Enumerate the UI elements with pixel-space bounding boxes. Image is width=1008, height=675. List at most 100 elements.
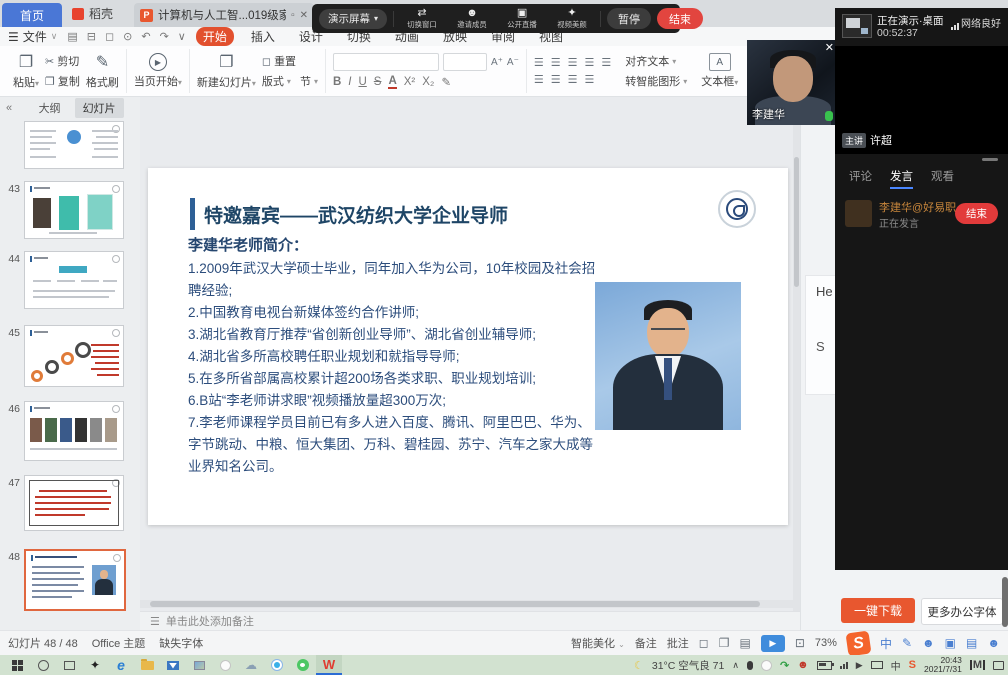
preview-icon[interactable]: ◻ [105, 30, 114, 43]
bold-button[interactable]: B [333, 76, 341, 88]
pinwheel-app-icon[interactable]: ✦ [82, 655, 108, 675]
align-text-button[interactable]: 对齐文本▾ [625, 53, 687, 69]
new-slide-button[interactable]: ❐ 新建幻灯片▾ [197, 52, 256, 90]
end-share-button[interactable]: 结束 [657, 8, 703, 29]
tab-slides[interactable]: 幻灯片 [75, 98, 124, 118]
layout-button[interactable]: 版式▾ [262, 73, 291, 89]
slide-body-text[interactable]: 1.2009年武汉大学硕士毕业，同年加入华为公司，10年校园及社会招聘经验; 2… [188, 258, 596, 478]
weather-text[interactable]: 31°C 空气良 71 [652, 658, 724, 673]
slide-thumbnail-partial[interactable] [24, 121, 124, 169]
bullets-button[interactable]: ☰ [534, 56, 544, 69]
tab-viewers[interactable]: 观看 [931, 168, 954, 189]
webcam-close-icon[interactable]: ✕ [825, 41, 834, 54]
wechat-app-icon[interactable] [290, 655, 316, 675]
slide-thumbnail-45[interactable] [24, 325, 124, 387]
display-icon[interactable] [871, 661, 883, 669]
vertical-scrollbar-thumb[interactable] [794, 157, 799, 287]
zoom-level[interactable]: 73% [815, 637, 837, 649]
public-live-button[interactable]: ▣ 公开直播 [500, 8, 544, 29]
font-increase-button[interactable]: A⁺ [491, 57, 503, 68]
ime-emoji-icon[interactable]: ☻ [922, 636, 935, 650]
editing-canvas[interactable]: 特邀嘉宾——武汉纺织大学企业导师 李建华老师简介： 1.2009年武汉大学硕士毕… [140, 97, 800, 630]
ribbon-tab-insert[interactable]: 插入 [244, 27, 282, 46]
font-color-button[interactable]: A [388, 75, 396, 89]
superscript-button[interactable]: X² [404, 76, 416, 88]
horizontal-scrollbar[interactable] [140, 600, 793, 608]
cortana-search-button[interactable] [30, 655, 56, 675]
slide-thumbnail-47[interactable] [24, 475, 124, 531]
tray-signal-icon[interactable] [840, 662, 848, 669]
end-speaking-button[interactable]: 结束 [955, 203, 998, 224]
slide-thumbnail-48-selected[interactable] [24, 549, 126, 611]
clock[interactable]: 20:43 2021/7/31 [924, 656, 962, 674]
panel-collapse-handle[interactable] [982, 158, 998, 161]
theme-name[interactable]: Office 主题 [92, 635, 146, 651]
tray-sync-icon[interactable]: ↷ [780, 659, 789, 672]
ime-profile-icon[interactable]: ☻ [987, 636, 1000, 650]
redo-icon[interactable]: ↷ [160, 30, 169, 43]
tray-mic-icon[interactable] [747, 661, 753, 670]
tab-speaking[interactable]: 发言 [890, 168, 913, 189]
find-icon[interactable]: ⊙ [123, 30, 132, 43]
tab-docer[interactable]: 稻壳 [72, 5, 113, 22]
tab-home[interactable]: 首页 [2, 3, 62, 27]
highlight-button[interactable]: ✎ [441, 75, 451, 89]
section-button[interactable]: 节▾ [300, 73, 318, 89]
switch-window-button[interactable]: ⇄ 切换窗口 [400, 8, 444, 29]
missing-font-warning[interactable]: 缺失字体 [159, 635, 203, 651]
cloud-app-icon[interactable]: ☁ [238, 655, 264, 675]
reset-button[interactable]: ◻重置 [262, 53, 318, 69]
reading-view-icon[interactable]: ▤ [740, 636, 751, 650]
smart-beautify-button[interactable]: 智能美化 ⌄ [571, 635, 625, 651]
pane-scrollbar-thumb[interactable] [1002, 577, 1008, 627]
speaker-portrait-photo[interactable] [595, 282, 741, 430]
textbox-button[interactable]: A 文本框▾ [701, 53, 738, 89]
file-menu[interactable]: ☰ 文件 ∨ [8, 28, 57, 45]
ime-indicator[interactable]: M [970, 660, 985, 670]
wps-app-icon[interactable]: W [316, 655, 342, 675]
current-slide[interactable]: 特邀嘉宾——武汉纺织大学企业导师 李建华老师简介： 1.2009年武汉大学硕士毕… [148, 168, 788, 525]
italic-button[interactable]: I [348, 76, 351, 88]
save-icon[interactable]: ▤ [67, 30, 77, 43]
mail-app-icon[interactable] [160, 655, 186, 675]
sogou-input-icon[interactable]: S [845, 630, 871, 656]
align-left-button[interactable]: ☰ [534, 73, 544, 86]
fit-window-icon[interactable]: ⊡ [795, 636, 805, 650]
numbering-button[interactable]: ☰ [551, 56, 561, 69]
font-decrease-button[interactable]: A⁻ [507, 57, 519, 68]
vertical-scrollbar[interactable] [793, 97, 800, 617]
copy-button[interactable]: ❐复制 [45, 73, 80, 89]
ime-mic-icon[interactable]: ▣ [945, 636, 956, 650]
volume-icon[interactable]: ▶ [856, 660, 863, 671]
justify-button[interactable]: ☰ [584, 73, 594, 86]
sogou-tray-icon[interactable]: S [909, 659, 916, 671]
cut-button[interactable]: ✂剪切 [45, 53, 80, 69]
more-office-fonts-button[interactable]: 更多办公字体 [921, 598, 1003, 625]
qq-app-icon[interactable] [264, 655, 290, 675]
collapse-panel-button[interactable]: « [6, 102, 12, 114]
horizontal-scrollbar-thumb[interactable] [150, 601, 760, 607]
slide-sorter-view-icon[interactable]: ❐ [719, 636, 730, 650]
slide-thumbnail-44[interactable] [24, 251, 124, 309]
ime-pen-icon[interactable]: ✎ [902, 636, 912, 650]
font-name-select[interactable] [333, 53, 439, 71]
notes-toggle-button[interactable]: 备注 [635, 635, 657, 651]
slide-title[interactable]: 特邀嘉宾——武汉纺织大学企业导师 [204, 201, 508, 228]
white-circle-app-icon[interactable] [212, 655, 238, 675]
start-button[interactable] [4, 655, 30, 675]
tray-person-icon[interactable]: ☻ [797, 659, 809, 671]
underline-button[interactable]: U [358, 76, 366, 88]
tab-document[interactable]: P 计算机与人工智...019级家长会 ▫ ✕ [134, 3, 314, 27]
tray-expand-icon[interactable]: ∧ [732, 660, 739, 671]
action-center-icon[interactable] [993, 661, 1004, 670]
slide-thumbnail-43[interactable] [24, 181, 124, 239]
normal-view-icon[interactable]: ◻ [699, 636, 709, 650]
webcam-overlay[interactable]: ✕ 李建华 [747, 40, 838, 125]
share-preview-thumbnail[interactable] [842, 14, 872, 38]
print-icon[interactable]: ⊟ [87, 30, 96, 43]
start-from-page-button[interactable]: ▶ 当页开始▾ [134, 53, 182, 89]
task-view-button[interactable] [56, 655, 82, 675]
ie-browser-icon[interactable]: e [108, 655, 134, 675]
undo-icon[interactable]: ↶ [141, 30, 150, 43]
line-spacing-button[interactable]: ☰ [601, 56, 611, 69]
